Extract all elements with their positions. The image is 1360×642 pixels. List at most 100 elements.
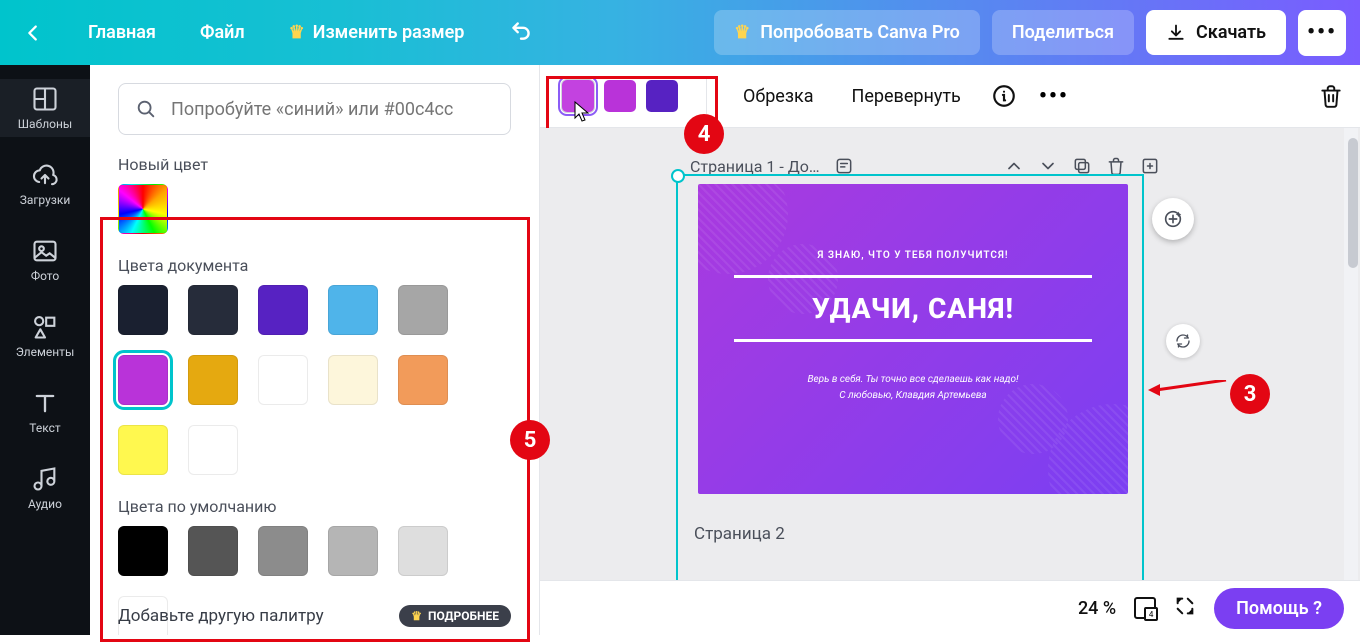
divider bbox=[734, 275, 1092, 278]
crown-icon: ♛ bbox=[734, 22, 750, 43]
doc-swatch[interactable] bbox=[188, 355, 238, 405]
fullscreen-icon bbox=[1174, 595, 1196, 617]
ctx-swatch-1[interactable] bbox=[604, 80, 636, 112]
upload-icon bbox=[31, 161, 59, 189]
crown-icon: ♛ bbox=[289, 22, 305, 43]
plus-sparkle-icon bbox=[1162, 208, 1184, 230]
undo-icon bbox=[508, 17, 534, 48]
add-palette-text[interactable]: Добавьте другую палитру bbox=[118, 606, 324, 626]
left-rail: Шаблоны Загрузки Фото Элементы Текст Ауд… bbox=[0, 65, 90, 635]
resize-menu[interactable]: ♛ Изменить размер bbox=[281, 16, 473, 49]
default-swatch[interactable] bbox=[188, 526, 238, 576]
chevron-left-icon bbox=[22, 22, 44, 44]
rotate-badge[interactable] bbox=[1166, 324, 1200, 358]
rail-elements[interactable]: Элементы bbox=[0, 307, 90, 365]
topbar-right: ♛ Попробовать Canva Pro Поделиться Скача… bbox=[714, 10, 1346, 56]
info-icon[interactable] bbox=[991, 83, 1017, 109]
doc-swatch[interactable] bbox=[188, 425, 238, 475]
annotation-arrow-3 bbox=[1148, 380, 1228, 400]
audio-icon bbox=[31, 465, 59, 493]
share-button[interactable]: Поделиться bbox=[992, 10, 1134, 55]
canvas-area[interactable]: Страница 1 - До… Я ЗНАЮ, ЧТО У ТЕБЯ ПО bbox=[540, 128, 1360, 635]
home-menu[interactable]: Главная bbox=[80, 16, 164, 49]
top-bar: Главная Файл ♛ Изменить размер ♛ Попробо… bbox=[0, 0, 1360, 65]
more-pill[interactable]: ♛ ПОДРОБНЕЕ bbox=[399, 605, 511, 627]
doc-swatch[interactable] bbox=[328, 285, 378, 335]
color-panel: Новый цвет Цвета документа Цвета по умол… bbox=[90, 65, 540, 635]
rail-text[interactable]: Текст bbox=[0, 383, 90, 441]
default-swatch[interactable] bbox=[118, 526, 168, 576]
doc-swatches-row bbox=[118, 285, 511, 475]
undo-button[interactable] bbox=[500, 11, 542, 54]
card-content: Я ЗНАЮ, ЧТО У ТЕБЯ ПОЛУЧИТСЯ! УДАЧИ, САН… bbox=[734, 250, 1092, 404]
crop-button[interactable]: Обрезка bbox=[735, 80, 822, 113]
ellipsis-icon: ••• bbox=[1307, 20, 1337, 45]
search-icon bbox=[135, 98, 157, 120]
scrollbar-thumb[interactable] bbox=[1348, 138, 1358, 268]
doc-swatch[interactable] bbox=[398, 355, 448, 405]
doc-swatch[interactable] bbox=[118, 355, 168, 405]
zoom-level[interactable]: 24 % bbox=[1078, 598, 1116, 619]
rail-photo[interactable]: Фото bbox=[0, 231, 90, 289]
rail-audio[interactable]: Аудио bbox=[0, 459, 90, 517]
default-colors-label: Цвета по умолчанию bbox=[118, 497, 511, 516]
ctx-swatch-2[interactable] bbox=[646, 80, 678, 112]
color-search[interactable] bbox=[118, 83, 511, 135]
editor-column: Обрезка Перевернуть ••• Страница 1 - До… bbox=[540, 65, 1360, 635]
photo-icon bbox=[31, 237, 59, 265]
doc-swatch[interactable] bbox=[398, 285, 448, 335]
ctx-swatch-0[interactable] bbox=[562, 80, 594, 112]
notes-icon[interactable] bbox=[834, 156, 854, 176]
add-page-icon[interactable] bbox=[1140, 156, 1160, 176]
doc-colors-label: Цвета документа bbox=[118, 256, 511, 275]
more-options-button[interactable]: ••• bbox=[1039, 84, 1069, 109]
more-button[interactable]: ••• bbox=[1298, 10, 1346, 56]
resize-handle[interactable] bbox=[671, 169, 685, 183]
panel-bottom: Добавьте другую палитру ♛ ПОДРОБНЕЕ bbox=[118, 605, 511, 627]
topbar-left: Главная Файл ♛ Изменить размер bbox=[14, 11, 542, 54]
page-1-card[interactable]: Я ЗНАЮ, ЧТО У ТЕБЯ ПОЛУЧИТСЯ! УДАЧИ, САН… bbox=[698, 184, 1128, 494]
context-toolbar: Обрезка Перевернуть ••• bbox=[540, 65, 1360, 128]
page-1-header: Страница 1 - До… bbox=[690, 156, 1160, 176]
download-button[interactable]: Скачать bbox=[1146, 10, 1286, 55]
doc-swatch[interactable] bbox=[258, 285, 308, 335]
card-title: УДАЧИ, САНЯ! bbox=[734, 292, 1092, 325]
download-icon bbox=[1166, 23, 1186, 43]
page-up-icon[interactable] bbox=[1004, 156, 1024, 176]
text-icon bbox=[31, 389, 59, 417]
rotate-icon bbox=[1174, 332, 1192, 350]
status-bar: 24 % 4 Помощь ? bbox=[540, 580, 1360, 635]
try-pro-button[interactable]: ♛ Попробовать Canva Pro bbox=[714, 10, 980, 55]
default-swatch[interactable] bbox=[398, 526, 448, 576]
crown-icon: ♛ bbox=[411, 609, 422, 623]
page-1-title[interactable]: Страница 1 - До… bbox=[690, 157, 820, 176]
back-button[interactable] bbox=[14, 16, 52, 50]
separator bbox=[706, 78, 707, 114]
delete-page-icon[interactable] bbox=[1106, 156, 1126, 176]
pages-indicator[interactable]: 4 bbox=[1134, 597, 1156, 619]
file-menu[interactable]: Файл bbox=[192, 16, 253, 49]
doc-swatch[interactable] bbox=[188, 285, 238, 335]
default-swatch[interactable] bbox=[328, 526, 378, 576]
doc-swatch[interactable] bbox=[258, 355, 308, 405]
help-button[interactable]: Помощь ? bbox=[1214, 588, 1344, 629]
duplicate-icon[interactable] bbox=[1072, 156, 1092, 176]
page-down-icon[interactable] bbox=[1038, 156, 1058, 176]
annotation-bubble-3: 3 bbox=[1230, 374, 1270, 414]
doc-swatch[interactable] bbox=[328, 355, 378, 405]
fullscreen-button[interactable] bbox=[1174, 595, 1196, 621]
main-body: Шаблоны Загрузки Фото Элементы Текст Ауд… bbox=[0, 65, 1360, 635]
default-swatch[interactable] bbox=[258, 526, 308, 576]
page-2-title[interactable]: Страница 2 bbox=[694, 524, 785, 544]
flip-button[interactable]: Перевернуть bbox=[844, 80, 969, 113]
rail-templates[interactable]: Шаблоны bbox=[0, 79, 90, 137]
doc-swatch[interactable] bbox=[118, 285, 168, 335]
doc-swatch[interactable] bbox=[118, 425, 168, 475]
templates-icon bbox=[31, 85, 59, 113]
color-search-input[interactable] bbox=[171, 99, 494, 120]
selected-colors bbox=[556, 80, 678, 112]
rail-uploads[interactable]: Загрузки bbox=[0, 155, 90, 213]
trash-icon[interactable] bbox=[1318, 83, 1344, 109]
color-picker-swatch[interactable] bbox=[118, 184, 168, 234]
floating-add-button[interactable] bbox=[1152, 198, 1194, 240]
